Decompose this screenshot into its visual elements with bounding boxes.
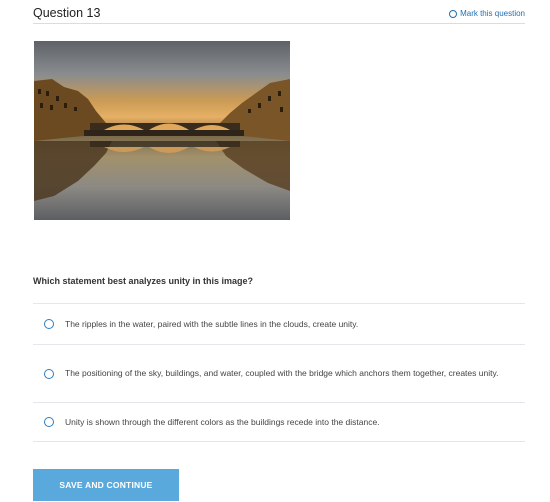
question-header: Question 13 Mark this question	[33, 0, 525, 24]
radio-icon[interactable]	[44, 319, 54, 329]
answer-option-1[interactable]: The ripples in the water, paired with th…	[33, 304, 525, 345]
question-prompt: Which statement best analyzes unity in t…	[33, 276, 254, 286]
question-title: Question 13	[33, 6, 101, 20]
answer-options: The ripples in the water, paired with th…	[33, 303, 525, 442]
mark-question-label: Mark this question	[460, 9, 525, 18]
answer-option-label: The positioning of the sky, buildings, a…	[65, 368, 499, 378]
radio-icon[interactable]	[44, 417, 54, 427]
answer-option-3[interactable]: Unity is shown through the different col…	[33, 403, 525, 442]
radio-icon[interactable]	[44, 368, 54, 379]
question-image	[34, 41, 290, 220]
answer-option-label: The ripples in the water, paired with th…	[65, 318, 359, 329]
answer-option-2[interactable]: The positioning of the sky, buildings, a…	[33, 345, 525, 403]
answer-option-label: Unity is shown through the different col…	[65, 416, 380, 427]
bridge-river-photo	[34, 41, 290, 220]
mark-question-link[interactable]: Mark this question	[449, 9, 525, 18]
mark-circle-icon	[449, 9, 458, 18]
save-and-continue-button[interactable]: SAVE AND CONTINUE	[33, 469, 179, 501]
